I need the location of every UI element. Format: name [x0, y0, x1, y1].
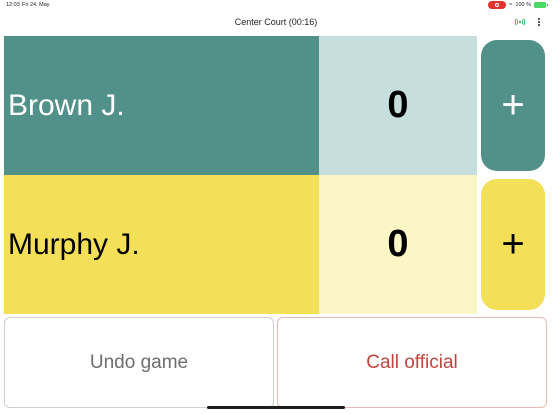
- player-1-name: Brown J.: [4, 36, 319, 175]
- status-indicators: ≈ 100 %: [488, 1, 548, 9]
- wifi-icon: ≈: [509, 2, 513, 8]
- scoreboard-screen: 12:03 Fri 24. May ≈ 100 % Center Court (…: [0, 0, 552, 414]
- call-official-button[interactable]: Call official: [277, 317, 547, 408]
- player-1-score: 0: [319, 36, 477, 175]
- broadcast-icon[interactable]: [515, 17, 525, 27]
- status-bar: 12:03 Fri 24. May ≈ 100 %: [0, 0, 552, 12]
- record-icon: [488, 1, 507, 9]
- battery-percentage: 100 %: [515, 2, 531, 8]
- player-1-add-point-button[interactable]: +: [481, 40, 545, 171]
- player-2-add-point-button[interactable]: +: [481, 179, 545, 310]
- more-vertical-icon[interactable]: [536, 16, 542, 28]
- player-row-2: Murphy J. 0: [4, 175, 477, 314]
- player-2-score: 0: [319, 175, 477, 314]
- status-time: 12:03: [6, 2, 20, 8]
- status-date: Fri 24. May: [22, 2, 50, 8]
- undo-game-button[interactable]: Undo game: [4, 317, 274, 408]
- title-bar: Center Court (00:16): [0, 12, 552, 34]
- battery-icon: [534, 2, 548, 8]
- player-row-1: Brown J. 0: [4, 36, 477, 175]
- home-indicator[interactable]: [207, 406, 345, 409]
- page-title: Center Court (00:16): [234, 17, 318, 27]
- player-2-name: Murphy J.: [4, 175, 319, 314]
